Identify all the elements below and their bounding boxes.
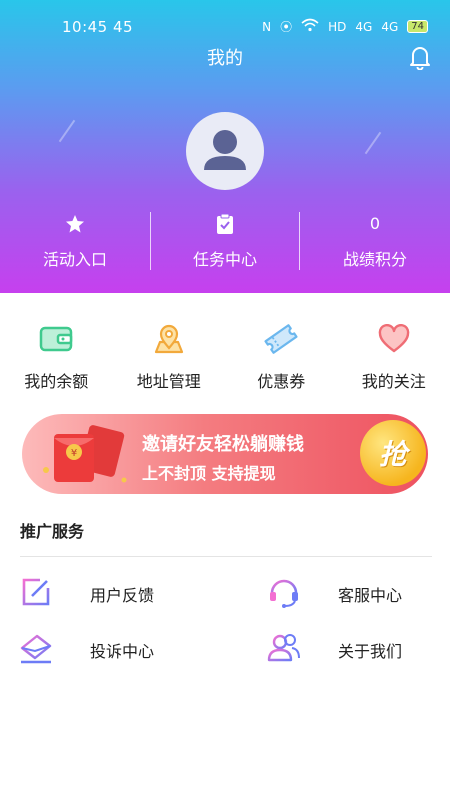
star-icon bbox=[0, 210, 150, 238]
stat-divider bbox=[150, 212, 151, 270]
service-item-feedback[interactable]: 用户反馈 bbox=[18, 574, 154, 610]
quick-label: 地址管理 bbox=[136, 372, 201, 391]
stat-label: 活动入口 bbox=[42, 250, 107, 269]
status-icons: N ⦿ HD 4G 4G 74 bbox=[262, 18, 428, 35]
avatar[interactable] bbox=[186, 112, 264, 190]
signal-icon-1: 4G bbox=[355, 19, 373, 34]
service-label: 关于我们 bbox=[338, 642, 403, 661]
service-label: 投诉中心 bbox=[90, 642, 155, 661]
task-clipboard-icon bbox=[150, 210, 300, 238]
location-pin-icon bbox=[113, 320, 226, 358]
nfc-icon: N bbox=[262, 19, 272, 34]
complaint-envelope-icon bbox=[18, 630, 54, 666]
service-label: 用户反馈 bbox=[90, 586, 155, 605]
svg-text:¥: ¥ bbox=[71, 448, 77, 459]
quick-label: 我的余额 bbox=[24, 372, 89, 391]
service-item-complaint[interactable]: 投诉中心 bbox=[18, 630, 154, 666]
banner-headline: 邀请好友轻松躺赚钱 bbox=[142, 434, 304, 455]
bell-icon[interactable] bbox=[408, 44, 432, 71]
decor-streak bbox=[58, 119, 76, 143]
stats-row: 活动入口 任务中心 0 战绩积分 bbox=[0, 208, 450, 278]
status-time: 10:45 45 bbox=[62, 18, 134, 36]
decor-streak bbox=[364, 131, 382, 155]
profile-header: 10:45 45 N ⦿ HD 4G 4G 74 我的 活动入口 任务中心 0 … bbox=[0, 0, 450, 293]
quick-item-balance[interactable]: 我的余额 bbox=[0, 320, 113, 400]
quick-item-address[interactable]: 地址管理 bbox=[113, 320, 226, 400]
quick-item-follow[interactable]: 我的关注 bbox=[338, 320, 450, 400]
section-divider bbox=[20, 556, 432, 557]
headset-icon bbox=[266, 574, 302, 610]
quick-item-coupon[interactable]: 优惠券 bbox=[225, 320, 338, 400]
stat-value: 0 bbox=[369, 214, 381, 233]
feedback-edit-icon bbox=[18, 574, 54, 610]
section-title: 推广服务 bbox=[20, 522, 85, 541]
service-label: 客服中心 bbox=[338, 586, 403, 605]
stat-task-center[interactable]: 任务中心 bbox=[150, 208, 300, 278]
stat-battle-points[interactable]: 0 战绩积分 bbox=[300, 208, 450, 278]
banner-subline: 上不封顶 支持提现 bbox=[142, 464, 276, 483]
signal-icon-2: 4G bbox=[381, 19, 399, 34]
location-status-icon: ⦿ bbox=[280, 20, 293, 34]
page-title: 我的 bbox=[207, 48, 243, 69]
service-item-about[interactable]: 关于我们 bbox=[266, 630, 402, 666]
quick-label: 我的关注 bbox=[361, 372, 426, 391]
invite-banner[interactable]: ¥ 邀请好友轻松躺赚钱 上不封顶 支持提现 抢 bbox=[22, 414, 428, 494]
hd-icon: HD bbox=[328, 19, 347, 34]
red-envelope-icon: ¥ bbox=[43, 425, 127, 483]
quick-actions: 我的余额 地址管理 优惠券 我的关注 bbox=[0, 320, 450, 400]
coupon-ticket-icon bbox=[225, 320, 338, 358]
wallet-icon bbox=[0, 320, 113, 358]
stat-label: 任务中心 bbox=[192, 250, 257, 269]
heart-icon bbox=[338, 320, 450, 358]
grab-button[interactable]: 抢 bbox=[360, 420, 426, 486]
stat-activity-entry[interactable]: 活动入口 bbox=[0, 208, 150, 278]
battery-icon: 74 bbox=[407, 20, 428, 33]
users-group-icon bbox=[266, 630, 302, 666]
user-avatar-icon bbox=[204, 130, 246, 170]
service-item-support[interactable]: 客服中心 bbox=[266, 574, 402, 610]
wifi-icon bbox=[301, 18, 319, 35]
stat-label: 战绩积分 bbox=[342, 250, 407, 269]
quick-label: 优惠券 bbox=[257, 372, 306, 391]
